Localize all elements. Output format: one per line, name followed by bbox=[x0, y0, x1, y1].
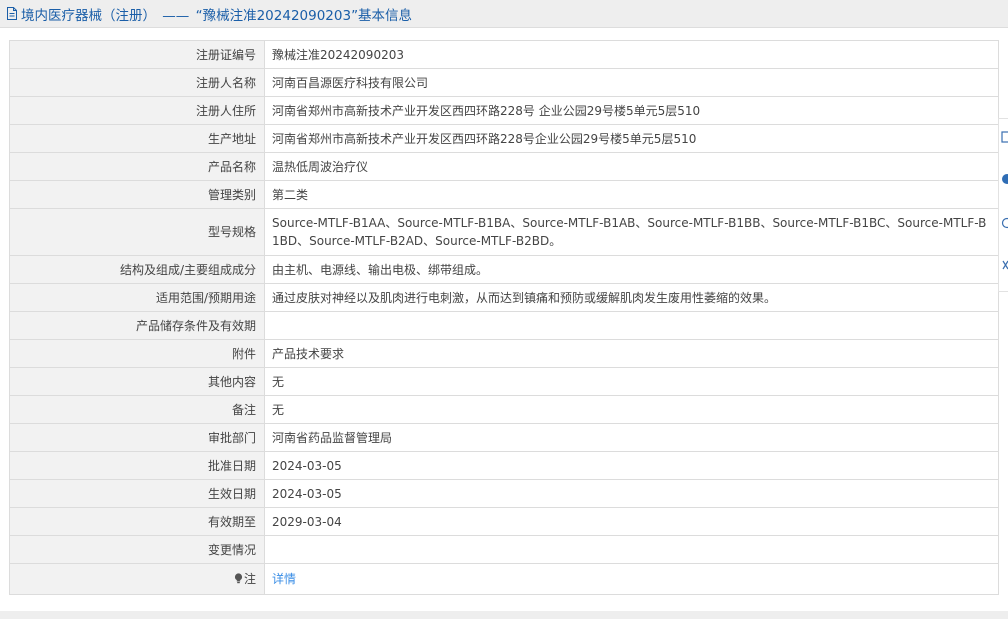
copy-tool-icon[interactable] bbox=[1000, 129, 1008, 145]
table-row: 产品储存条件及有效期 bbox=[9, 311, 999, 340]
table-row: 生产地址 河南省郑州市高新技术产业开发区西四环路228号企业公园29号楼5单元5… bbox=[9, 124, 999, 153]
row-label: 结构及组成/主要组成成分 bbox=[9, 255, 265, 284]
table-row: 适用范围/预期用途 通过皮肤对神经以及肌肉进行电刺激，从而达到镇痛和预防或缓解肌… bbox=[9, 283, 999, 312]
side-toolbar bbox=[998, 118, 1008, 292]
note-label-cell: 注 bbox=[9, 563, 265, 595]
lightbulb-icon bbox=[234, 571, 243, 584]
page-header: 境内医疗器械（注册） —— “豫械注准20242090203”基本信息 bbox=[0, 0, 1008, 28]
row-label: 注册人名称 bbox=[9, 68, 265, 97]
row-label: 生产地址 bbox=[9, 124, 265, 153]
table-row: 附件 产品技术要求 bbox=[9, 339, 999, 368]
page-title: 境内医疗器械（注册） —— “豫械注准20242090203”基本信息 bbox=[21, 4, 412, 24]
row-value: 河南省郑州市高新技术产业开发区西四环路228号企业公园29号楼5单元5层510 bbox=[264, 124, 999, 153]
row-value: 河南百昌源医疗科技有限公司 bbox=[264, 68, 999, 97]
header-quote: “豫械注准20242090203”基本信息 bbox=[195, 7, 413, 24]
note-label: 注 bbox=[243, 572, 256, 586]
row-value: 第二类 bbox=[264, 180, 999, 209]
row-value: Source-MTLF-B1AA、Source-MTLF-B1BA、Source… bbox=[264, 208, 999, 256]
table-row: 注册人住所 河南省郑州市高新技术产业开发区西四环路228号 企业公园29号楼5单… bbox=[9, 96, 999, 125]
row-label: 生效日期 bbox=[9, 479, 265, 508]
table-row: 其他内容 无 bbox=[9, 367, 999, 396]
row-value: 豫械注准20242090203 bbox=[264, 40, 999, 69]
note-value-cell: 详情 bbox=[264, 563, 999, 595]
bottom-strip bbox=[0, 611, 1008, 619]
table-row: 变更情况 bbox=[9, 535, 999, 564]
row-value: 由主机、电源线、输出电极、绑带组成。 bbox=[264, 255, 999, 284]
row-value: 河南省郑州市高新技术产业开发区西四环路228号 企业公园29号楼5单元5层510 bbox=[264, 96, 999, 125]
info-tool-icon[interactable] bbox=[1000, 171, 1008, 187]
row-value bbox=[264, 311, 999, 340]
row-label: 备注 bbox=[9, 395, 265, 424]
row-label: 有效期至 bbox=[9, 507, 265, 536]
table-row: 备注 无 bbox=[9, 395, 999, 424]
row-label: 产品储存条件及有效期 bbox=[9, 311, 265, 340]
row-label: 注册证编号 bbox=[9, 40, 265, 69]
table-row: 产品名称 温热低周波治疗仪 bbox=[9, 152, 999, 181]
table-row: 注册人名称 河南百昌源医疗科技有限公司 bbox=[9, 68, 999, 97]
row-value: 通过皮肤对神经以及肌肉进行电刺激，从而达到镇痛和预防或缓解肌肉发生废用性萎缩的效… bbox=[264, 283, 999, 312]
details-link[interactable]: 详情 bbox=[272, 572, 296, 586]
row-value: 河南省药品监督管理局 bbox=[264, 423, 999, 452]
row-label: 产品名称 bbox=[9, 152, 265, 181]
document-icon bbox=[6, 7, 18, 20]
row-label: 型号规格 bbox=[9, 208, 265, 256]
row-label: 适用范围/预期用途 bbox=[9, 283, 265, 312]
row-value bbox=[264, 535, 999, 564]
row-label: 批准日期 bbox=[9, 451, 265, 480]
row-value: 2024-03-05 bbox=[264, 479, 999, 508]
row-label: 注册人住所 bbox=[9, 96, 265, 125]
row-value: 2029-03-04 bbox=[264, 507, 999, 536]
row-value: 2024-03-05 bbox=[264, 451, 999, 480]
table-row: 生效日期 2024-03-05 bbox=[9, 479, 999, 508]
row-label: 管理类别 bbox=[9, 180, 265, 209]
table-row: 型号规格 Source-MTLF-B1AA、Source-MTLF-B1BA、S… bbox=[9, 208, 999, 256]
row-label: 审批部门 bbox=[9, 423, 265, 452]
row-label: 其他内容 bbox=[9, 367, 265, 396]
info-table: 注册证编号 豫械注准20242090203 注册人名称 河南百昌源医疗科技有限公… bbox=[9, 40, 999, 595]
header-separator: —— bbox=[162, 7, 190, 24]
row-value: 产品技术要求 bbox=[264, 339, 999, 368]
row-value: 无 bbox=[264, 367, 999, 396]
table-row: 管理类别 第二类 bbox=[9, 180, 999, 209]
table-row: 批准日期 2024-03-05 bbox=[9, 451, 999, 480]
row-label: 变更情况 bbox=[9, 535, 265, 564]
table-row: 结构及组成/主要组成成分 由主机、电源线、输出电极、绑带组成。 bbox=[9, 255, 999, 284]
info-table-container: 注册证编号 豫械注准20242090203 注册人名称 河南百昌源医疗科技有限公… bbox=[9, 40, 999, 595]
row-value: 温热低周波治疗仪 bbox=[264, 152, 999, 181]
close-tool-icon[interactable] bbox=[1000, 257, 1008, 273]
table-row: 注册证编号 豫械注准20242090203 bbox=[9, 40, 999, 69]
table-row: 有效期至 2029-03-04 bbox=[9, 507, 999, 536]
row-label: 附件 bbox=[9, 339, 265, 368]
table-row: 审批部门 河南省药品监督管理局 bbox=[9, 423, 999, 452]
header-category: 境内医疗器械（注册） bbox=[21, 7, 156, 24]
note-row: 注 详情 bbox=[9, 563, 999, 595]
share-tool-icon[interactable] bbox=[1000, 215, 1008, 231]
row-value: 无 bbox=[264, 395, 999, 424]
